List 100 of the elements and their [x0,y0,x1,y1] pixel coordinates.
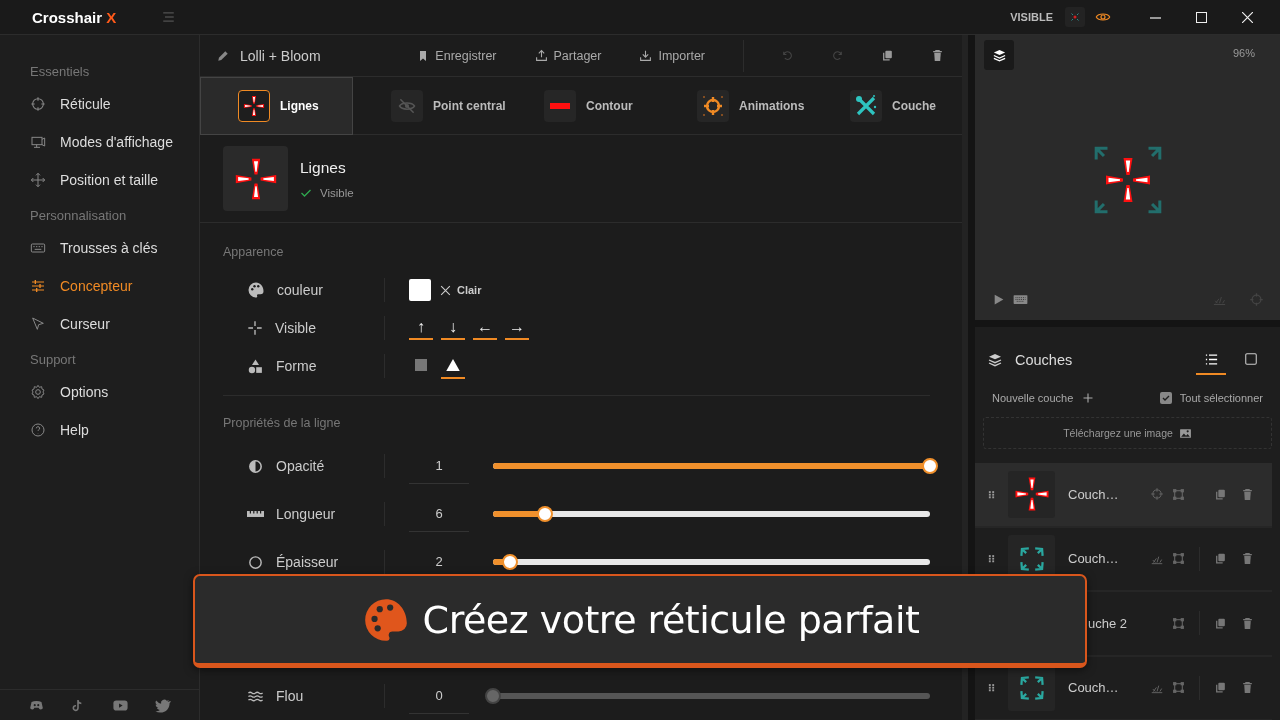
trash-icon [1241,681,1254,695]
select-all-checkbox[interactable]: Tout sélectionner [1159,392,1263,405]
shapes-icon [247,357,264,375]
pointer-icon [30,316,46,332]
frame-icon [1172,487,1185,501]
image-icon [1178,426,1192,440]
dot-icon [1069,11,1081,23]
drag-handle-icon [987,682,996,694]
monitor-icon [30,134,46,150]
sidebar-item[interactable]: Help [0,411,199,449]
profile-name: Lolli + Bloom [240,47,321,64]
zoom-level: 96% [1232,47,1255,59]
section-title: Personnalisation [29,207,128,225]
delete-button[interactable] [1241,552,1254,566]
pencil-icon [216,48,230,63]
close-icon [1241,11,1253,23]
setting-label: Longueur [276,506,336,522]
square-icon [412,356,430,374]
color-swatch[interactable] [409,279,431,301]
crosshair-icon [1013,476,1050,513]
new-layer-button[interactable]: Nouvelle couche [992,392,1095,405]
crosshair-icon [30,96,46,112]
sidebar-item[interactable]: Trousses à clés [0,229,199,267]
trash-icon [1241,616,1254,630]
visibility-status: VISIBLE [1010,11,1053,23]
copy-button[interactable] [1214,552,1227,566]
bird-icon [154,697,172,714]
import-button[interactable]: Importer [639,48,705,63]
upload-image-button[interactable]: Téléchargez une image [983,417,1272,450]
tab[interactable]: Lignes [200,77,353,135]
direction-toggle[interactable]: → [505,316,529,340]
tab[interactable]: Couche [812,77,962,135]
dotted-cross-icon [247,320,263,336]
check-icon [1161,394,1170,403]
tab[interactable]: Contour [506,77,659,135]
target-icon [701,94,725,118]
sidebar-item[interactable]: Réticule [0,85,199,123]
section-title: Propriétés de la ligne [223,416,342,432]
drag-handle-icon [987,488,996,500]
setting-label: Visible [275,320,316,336]
app-logo: Crosshair X [32,8,117,26]
delete-button[interactable] [1241,487,1254,501]
banner-text: Créez votre réticule parfait [422,597,920,642]
clear-button[interactable]: Clair [439,283,482,297]
layers-button[interactable] [984,40,1014,70]
direction-toggle[interactable]: ↑ [409,316,433,340]
sidebar-item[interactable]: Options [0,373,199,411]
setting-label: Épaisseur [276,554,339,570]
copy-icon [1214,616,1227,630]
value-field[interactable]: 6 [409,496,469,532]
crosshair-toggle-button[interactable] [1065,7,1085,27]
slider-thumb[interactable] [922,458,938,474]
list-icon [1203,351,1219,367]
undo-icon [780,49,794,62]
move-icon [30,172,46,188]
frame-icon [1172,616,1185,630]
direction-toggle[interactable]: ↓ [441,316,465,340]
trash-icon [930,49,944,62]
section-title: Essentiels [29,63,91,81]
palette-icon [247,281,265,299]
slider-thumb[interactable] [537,506,554,522]
bird-button[interactable] [154,697,172,714]
slider-thumb[interactable] [502,554,519,570]
play-button[interactable] [992,292,1005,306]
redo-icon [830,49,844,62]
x-icon [439,283,452,297]
crosshair-icon [243,95,265,117]
layer-name: Couch… [1068,486,1120,502]
trash-icon [1241,552,1254,566]
layers-icon [991,47,1007,63]
layer-name: uche 2 [1087,615,1129,631]
delete-button[interactable] [1241,616,1254,630]
drag-handle-icon [987,553,996,565]
contrast-icon [247,457,264,475]
layer-row[interactable]: Couch… [975,463,1272,528]
share-button[interactable]: Partager [534,48,602,63]
sidebar-item[interactable]: Curseur [0,305,199,343]
copy-icon [880,49,894,62]
element-title: Lignes [300,158,347,177]
keyboard-icon [30,240,46,256]
direction-toggle[interactable]: ← [473,316,497,340]
play-icon [992,292,1005,306]
crosshair-icon [1249,291,1264,307]
copy-button[interactable] [1214,487,1227,501]
copy-button[interactable] [1214,616,1227,630]
tab[interactable]: Point central [353,77,506,135]
square-icon [1244,352,1258,367]
download-icon [639,49,653,62]
sidebar-item[interactable]: Modes d'affichage [0,123,199,161]
copy-button[interactable] [1214,681,1227,695]
delete-button[interactable] [1241,681,1254,695]
sidebar-item[interactable]: Position et taille [0,161,199,199]
copy-icon [1214,487,1227,501]
upload-icon [534,49,548,62]
value-field[interactable]: 1 [409,448,469,484]
status-text: Visible [320,186,354,199]
copy-icon [1214,681,1227,695]
tab[interactable]: Animations [659,77,812,135]
sidebar-item[interactable]: Concepteur [0,267,199,305]
save-button[interactable]: Enregistrer [417,48,497,63]
